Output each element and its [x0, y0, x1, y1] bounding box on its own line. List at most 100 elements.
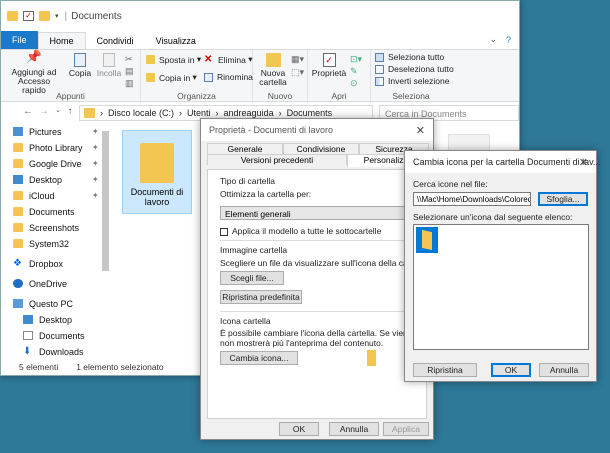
- optimize-select[interactable]: Elementi generali: [220, 206, 424, 220]
- navigation-pane: Pictures ✦ Photo Library ✦ Google Drive …: [1, 124, 111, 359]
- checkbox-box[interactable]: [220, 227, 228, 236]
- rename-button[interactable]: Rinomina: [204, 72, 253, 82]
- nav-item-desktop[interactable]: Desktop: [13, 172, 62, 187]
- close-icon[interactable]: ✕: [416, 124, 425, 137]
- nav-item-pc-downloads[interactable]: ⬇ Downloads: [23, 344, 84, 359]
- back-arrow-icon[interactable]: ←: [21, 106, 35, 117]
- quick-access-dropdown-icon[interactable]: ▾: [55, 12, 59, 20]
- pin-quick-access-button[interactable]: 📌 Aggiungi ad Accesso rapido: [7, 49, 61, 95]
- move-to-button[interactable]: Sposta in ▾: [146, 54, 201, 65]
- restore-default-button[interactable]: Ripristina predefinita: [220, 290, 302, 304]
- folder-image-heading: Immagine cartella: [220, 245, 288, 255]
- nav-item-this-pc[interactable]: Questo PC: [13, 296, 73, 311]
- tab-share[interactable]: Condividi: [86, 33, 145, 49]
- nav-item-pc-documents[interactable]: Documents: [23, 328, 85, 343]
- tab-home[interactable]: Home: [37, 32, 86, 49]
- up-arrow-icon[interactable]: ↑: [63, 106, 77, 117]
- help-icon[interactable]: ?: [506, 35, 511, 45]
- apply-button[interactable]: Applica: [383, 422, 429, 436]
- computer-icon: [13, 299, 23, 308]
- delete-button[interactable]: ✕ Elimina ▾: [204, 54, 253, 65]
- icon-list[interactable]: [413, 224, 589, 350]
- move-folder-icon: [146, 55, 155, 64]
- invert-selection-button[interactable]: Inverti selezione: [375, 76, 449, 86]
- new-item-icons[interactable]: ▦▾ ⬚▾: [291, 53, 304, 79]
- choose-file-button[interactable]: Scegli file...: [220, 271, 284, 285]
- deselect-all-button[interactable]: Deseleziona tutto: [375, 64, 454, 74]
- forward-arrow-icon[interactable]: →: [37, 106, 51, 117]
- change-icon-button[interactable]: Cambia icona...: [220, 351, 298, 365]
- tab-general[interactable]: Generale: [207, 143, 283, 154]
- change-icon-titlebar: Cambia icona per la cartella Documenti d…: [405, 151, 600, 173]
- select-group: Seleziona tutto Deseleziona tutto Invert…: [371, 50, 454, 103]
- tab-sharing[interactable]: Condivisione: [283, 143, 359, 154]
- breadcrumb-drive[interactable]: Disco locale (C:): [108, 108, 174, 118]
- ok-button[interactable]: OK: [279, 422, 319, 436]
- apply-subfolders-checkbox[interactable]: Applica il modello a tutte le sottocarte…: [220, 226, 381, 236]
- organize-group: Sposta in ▾ Copia in ▾ ✕ Elimina ▾ Rinomi…: [141, 50, 253, 103]
- optimize-label: Ottimizza la cartella per:: [220, 189, 312, 199]
- restore-button[interactable]: Ripristina: [413, 363, 477, 377]
- tab-view[interactable]: Visualizza: [145, 33, 207, 49]
- copy-button[interactable]: Copia: [67, 52, 93, 78]
- pin-icon: ✦: [92, 191, 99, 200]
- properties-titlebar: Proprietà - Documenti di lavoro ✕: [201, 119, 433, 141]
- nav-item-dropbox[interactable]: ❖ Dropbox: [13, 256, 63, 271]
- breadcrumb-users[interactable]: Utenti: [187, 108, 211, 118]
- new-folder-icon: [265, 53, 281, 67]
- properties-button[interactable]: ✓ Proprietà: [311, 52, 347, 78]
- browse-button[interactable]: Sfoglia...: [538, 192, 588, 206]
- nav-scrollbar[interactable]: [102, 131, 109, 271]
- cut-icons[interactable]: ✂ ▤ ▥: [125, 53, 134, 89]
- download-arrow-icon: ⬇: [23, 346, 32, 357]
- pin-icon: 📌: [25, 49, 43, 64]
- properties-check-icon[interactable]: ✓: [23, 11, 34, 21]
- ok-button[interactable]: OK: [491, 363, 531, 377]
- copy-to-button[interactable]: Copia in ▾: [146, 72, 197, 83]
- folder-icon-option[interactable]: [416, 227, 438, 253]
- address-folder-icon: [84, 108, 95, 118]
- pictures-icon: [13, 127, 23, 136]
- folder-icon: [13, 143, 23, 152]
- open-icons[interactable]: ⊡▾ ✎ ⊙: [350, 53, 362, 89]
- select-all-button[interactable]: Seleziona tutto: [375, 52, 444, 62]
- folder-item[interactable]: Documenti di lavoro: [122, 130, 192, 214]
- paste-icon: [103, 53, 115, 67]
- nav-item-onedrive[interactable]: OneDrive: [13, 276, 67, 291]
- divider: [220, 311, 418, 312]
- icon-list-label: Selezionare un'icona dal seguente elenco…: [413, 212, 573, 222]
- folder-icon: [7, 11, 18, 21]
- invert-selection-icon: [375, 76, 384, 86]
- new-group: Nuova cartella ▦▾ ⬚▾ Nuovo: [253, 50, 308, 103]
- tab-file[interactable]: File: [1, 31, 38, 49]
- nav-item-photo-library[interactable]: Photo Library: [13, 140, 83, 155]
- nav-item-pc-desktop[interactable]: Desktop: [23, 312, 72, 327]
- tab-previous-versions[interactable]: Versioni precedenti: [207, 154, 347, 165]
- pin-icon: ✦: [92, 175, 99, 184]
- breadcrumb-documents[interactable]: Documents: [287, 108, 333, 118]
- folder-icon: [13, 207, 23, 216]
- item-count: 5 elementi: [19, 362, 59, 372]
- folder-icon: [13, 159, 23, 168]
- nav-item-documents[interactable]: Documents: [13, 204, 75, 219]
- nav-item-google-drive[interactable]: Google Drive: [13, 156, 82, 171]
- nav-item-screenshots[interactable]: Screenshots: [13, 220, 79, 235]
- explorer-titlebar: ✓ ▾ | Documents: [1, 1, 519, 31]
- nav-item-icloud[interactable]: iCloud: [13, 188, 55, 203]
- paste-button[interactable]: Incolla: [95, 52, 123, 78]
- folder-icon: [13, 223, 23, 232]
- documents-icon: [23, 331, 33, 340]
- ribbon-expand-icon[interactable]: ⌄: [489, 34, 497, 45]
- new-folder-button[interactable]: Nuova cartella: [257, 52, 289, 87]
- breadcrumb-user[interactable]: andreaguida: [224, 108, 274, 118]
- nav-item-system32[interactable]: System32: [13, 236, 69, 251]
- cancel-button[interactable]: Annulla: [539, 363, 589, 377]
- cancel-button[interactable]: Annulla: [329, 422, 379, 436]
- close-icon[interactable]: ✕: [579, 156, 588, 169]
- new-folder-quick-icon[interactable]: [39, 11, 50, 21]
- ribbon: 📌 Aggiungi ad Accesso rapido Copia Incol…: [1, 49, 519, 103]
- icon-file-path-input[interactable]: \\Mac\Home\Downloads\Colored Win: [413, 192, 531, 206]
- folder-preview-icon: [367, 350, 376, 366]
- folder-icon: [422, 229, 432, 251]
- nav-item-pictures[interactable]: Pictures: [13, 124, 62, 139]
